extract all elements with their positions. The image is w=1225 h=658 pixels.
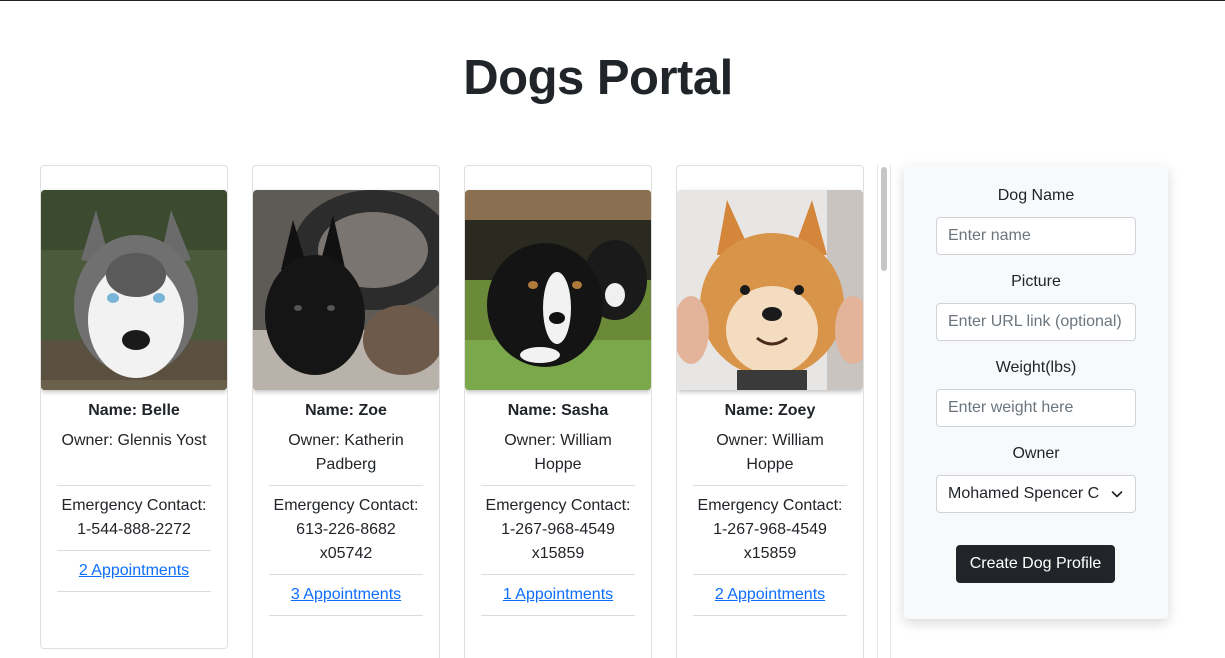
divider: [693, 485, 847, 486]
owner-select[interactable]: Mohamed Spencer C: [936, 475, 1136, 513]
create-dog-form: Dog Name Picture Weight(lbs) Owner Moham…: [904, 165, 1168, 619]
picture-url-input[interactable]: [936, 303, 1136, 341]
top-border: [0, 0, 1225, 1]
shiba-image: [677, 190, 863, 390]
dog-card: Name: Belle Owner: Glennis Yost Emergenc…: [40, 165, 228, 649]
divider: [269, 574, 423, 575]
dog-card: Name: Zoe Owner: Katherin Padberg Emerge…: [252, 165, 440, 658]
dog-photo: [253, 190, 439, 390]
dog-owner: Owner: Glennis Yost: [61, 432, 207, 449]
dog-name: Name: Belle: [88, 402, 180, 419]
scrollbar-thumb[interactable]: [881, 167, 887, 271]
divider: [481, 485, 635, 486]
appointments-link[interactable]: 1 Appointments: [465, 583, 651, 607]
husky-image: [41, 190, 227, 390]
appointments-link[interactable]: 2 Appointments: [677, 583, 863, 607]
dog-card: Name: Sasha Owner: William Hoppe Emergen…: [464, 165, 652, 658]
owner-label: Owner: [1012, 445, 1060, 462]
dog-photo: [41, 190, 227, 390]
owner-select-value: Mohamed Spencer C: [948, 485, 1100, 502]
divider: [57, 485, 211, 486]
picture-label: Picture: [1011, 273, 1061, 290]
puppy-image: [465, 190, 651, 390]
emergency-contact: Emergency Contact: 1-544-888-2272: [61, 497, 207, 538]
dog-name-input[interactable]: [936, 217, 1136, 255]
appointments-link[interactable]: 2 Appointments: [41, 559, 227, 583]
divider: [481, 615, 635, 616]
dog-owner: Owner: William Hoppe: [504, 432, 612, 473]
divider: [57, 591, 211, 592]
divider: [269, 485, 423, 486]
emergency-contact: Emergency Contact: 613-226-8682 x05742: [273, 497, 419, 562]
weight-label: Weight(lbs): [995, 359, 1077, 376]
dog-name: Name: Zoey: [724, 402, 816, 419]
dog-owner: Owner: Katherin Padberg: [288, 432, 404, 473]
dog-name-label: Dog Name: [997, 187, 1075, 204]
dog-card: Name: Zoey Owner: William Hoppe Emergenc…: [676, 165, 864, 658]
emergency-contact: Emergency Contact: 1-267-968-4549 x15859: [485, 497, 631, 562]
emergency-contact: Emergency Contact: 1-267-968-4549 x15859: [697, 497, 843, 562]
divider: [481, 574, 635, 575]
dog-owner: Owner: William Hoppe: [716, 432, 824, 473]
terrier-image: [253, 190, 439, 390]
divider: [57, 550, 211, 551]
appointments-link[interactable]: 3 Appointments: [253, 583, 439, 607]
dog-photo: [465, 190, 651, 390]
dog-photo: [677, 190, 863, 390]
page-title: Dogs Portal: [463, 51, 733, 105]
card-list-scrollbar[interactable]: [877, 165, 891, 658]
divider: [269, 615, 423, 616]
dog-name: Name: Sasha: [507, 402, 609, 419]
create-dog-profile-button[interactable]: Create Dog Profile: [956, 545, 1115, 583]
chevron-down-icon: [1111, 491, 1123, 498]
weight-input[interactable]: [936, 389, 1136, 427]
divider: [693, 574, 847, 575]
dog-name: Name: Zoe: [305, 402, 387, 419]
divider: [693, 615, 847, 616]
